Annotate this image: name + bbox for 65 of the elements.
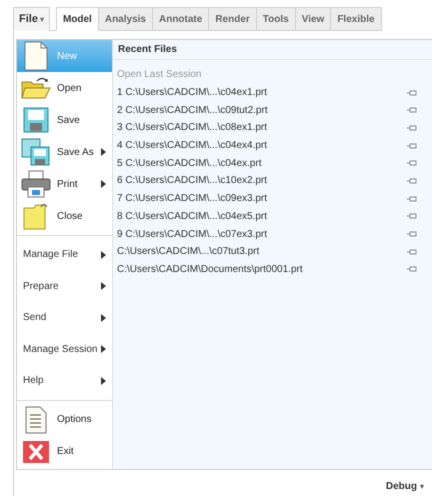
floppy-disks-icon	[21, 138, 51, 166]
pin-icon[interactable]	[407, 107, 417, 114]
section-title: Recent Files	[118, 43, 177, 57]
menu-item[interactable]: Open	[17, 72, 112, 104]
menu-label: Prepare	[23, 280, 59, 294]
pin-icon[interactable]	[407, 178, 417, 184]
menu-label: Exit	[57, 445, 74, 459]
recent-file-item[interactable]: 1 C:\Users\CADCIM\...\c04ex1.prt	[117, 85, 268, 100]
menu-item[interactable]: Save As	[17, 136, 112, 168]
blank-page-icon	[23, 41, 49, 71]
recent-file-item[interactable]: 3 C:\Users\CADCIM\...\c08ex1.prt	[117, 120, 268, 136]
printer-icon	[21, 170, 51, 198]
recent-file-item[interactable]: C:\Users\CADCIM\...\c07tut3.prt	[117, 244, 260, 260]
ribbon-tab[interactable]: Annotate	[152, 7, 210, 31]
recent-file-item[interactable]: 2 C:\Users\CADCIM\...\c09tut2.prt	[117, 102, 268, 118]
ribbon-tab[interactable]: Render	[209, 7, 257, 31]
recent-file-item[interactable]: 9 C:\Users\CADCIM\...\c07ex3.prt	[117, 226, 268, 242]
ribbon-tab[interactable]: View	[296, 7, 332, 31]
menu-label: Open	[57, 82, 82, 96]
menu-label: Manage File	[23, 248, 78, 262]
pin-icon[interactable]	[407, 231, 417, 238]
pin-icon[interactable]	[407, 160, 417, 166]
recent-file-item[interactable]: C:\Users\CADCIM\Documents\prt0001.prt	[117, 262, 303, 277]
debug-menu-label[interactable]: Debug	[386, 479, 417, 494]
pin-icon[interactable]	[407, 213, 417, 220]
ribbon-tab[interactable]: Model	[56, 7, 99, 31]
ribbon-tab[interactable]: Flexible	[331, 7, 382, 31]
menu-item[interactable]: Options	[17, 404, 112, 436]
menu-item[interactable]: Save	[17, 104, 112, 136]
pin-icon[interactable]	[407, 124, 417, 131]
menu-label: Send	[23, 311, 46, 326]
menu-label: Help	[23, 374, 44, 388]
menu-label: Options	[57, 413, 92, 427]
pin-icon[interactable]	[407, 266, 417, 272]
menu-label: New	[57, 50, 78, 64]
menu-item[interactable]: Send	[17, 302, 112, 334]
pin-icon[interactable]	[407, 90, 417, 96]
menu-label: Save As	[57, 146, 94, 160]
pin-icon[interactable]	[407, 196, 417, 202]
pin-icon[interactable]	[407, 142, 417, 149]
ribbon-tab[interactable]: Tools	[256, 7, 296, 31]
menu-label: Print	[57, 178, 78, 192]
recent-file-item[interactable]: 7 C:\Users\CADCIM\...\c09ex3.prt	[117, 191, 268, 206]
menu-item[interactable]: Exit	[17, 436, 112, 468]
menu-label: Close	[57, 210, 83, 224]
recent-file-item[interactable]: 5 C:\Users\CADCIM\...\c04ex.prt	[117, 156, 262, 171]
close-icon	[23, 440, 49, 462]
menu-item[interactable]: Help	[17, 365, 112, 396]
menu-label: Manage Session	[23, 342, 98, 357]
menu-item[interactable]: Prepare	[17, 270, 112, 302]
menu-label: Save	[57, 114, 80, 128]
list-document-icon	[25, 406, 47, 434]
menu-item[interactable]: Close	[17, 200, 112, 232]
file-menu-button[interactable]: File ▾	[13, 7, 50, 31]
recent-file-item[interactable]: 8 C:\Users\CADCIM\...\c04ex5.prt	[117, 208, 268, 224]
ribbon-tab[interactable]: Analysis	[98, 7, 153, 31]
folder-icon	[23, 202, 49, 230]
recent-file-item[interactable]: 4 C:\Users\CADCIM\...\c04ex4.prt	[117, 138, 268, 154]
recent-file-item[interactable]: 6 C:\Users\CADCIM\...\c10ex2.prt	[117, 173, 268, 188]
pin-icon[interactable]	[407, 248, 417, 255]
menu-item[interactable]: Manage Session	[17, 334, 112, 365]
caret-icon: ▾	[420, 480, 424, 492]
folder-icon	[21, 76, 51, 100]
menu-item[interactable]: Print	[17, 168, 112, 200]
menu-item[interactable]: Manage File	[17, 239, 112, 270]
